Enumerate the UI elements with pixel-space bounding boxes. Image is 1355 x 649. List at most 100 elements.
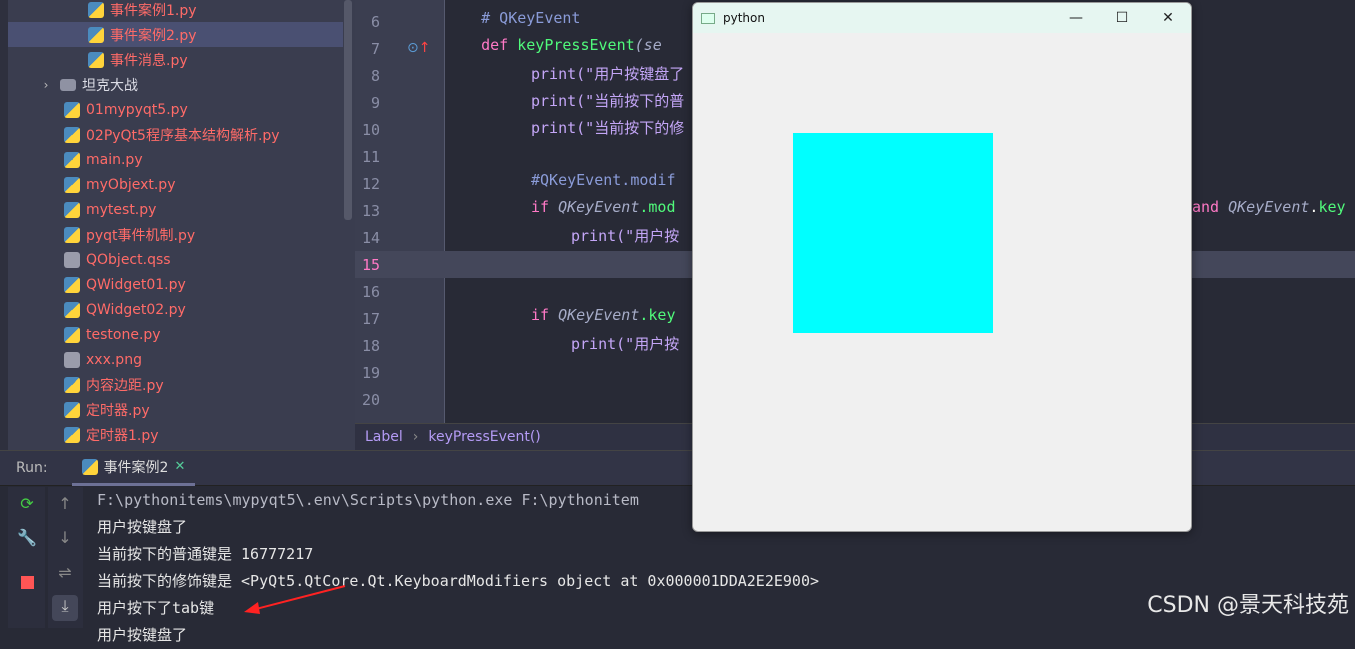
- line-number: 16: [361, 283, 380, 301]
- scroll-to-end-icon[interactable]: ⤓: [52, 595, 78, 621]
- tree-item[interactable]: 事件案例1.py: [8, 0, 343, 22]
- python-file-icon: [64, 401, 80, 418]
- tree-item[interactable]: › 坦克大战: [8, 72, 343, 97]
- tree-item-label: QWidget01.py: [86, 276, 186, 293]
- tree-scrollbar[interactable]: [344, 0, 352, 220]
- code-text: print("用户按键盘了: [531, 65, 685, 83]
- close-button[interactable]: ✕: [1145, 3, 1191, 33]
- kw: if: [531, 306, 559, 324]
- tree-item[interactable]: QWidget01.py: [8, 272, 343, 297]
- tree-item[interactable]: main.py: [8, 147, 343, 172]
- tree-item-label: QWidget02.py: [86, 301, 186, 318]
- tree-item[interactable]: 内容边距.py: [8, 372, 343, 397]
- line-number: 18: [361, 337, 380, 355]
- chevron-right-icon[interactable]: ›: [38, 78, 54, 92]
- code-text: QKeyEvent: [558, 306, 640, 324]
- python-file-icon: [64, 376, 80, 393]
- breadcrumb-class[interactable]: Label: [365, 429, 403, 445]
- tree-item-label: main.py: [86, 151, 143, 168]
- folder-icon: [60, 78, 76, 91]
- fn-name: keyPressEvent: [517, 36, 635, 54]
- console-line: 当前按下的修饰键是 <PyQt5.QtCore.Qt.KeyboardModif…: [97, 572, 820, 590]
- tree-item-label: testone.py: [86, 326, 161, 343]
- window-titlebar[interactable]: python — ☐ ✕: [693, 3, 1191, 33]
- tree-item[interactable]: QObject.qss: [8, 247, 343, 272]
- python-file-icon: [64, 426, 80, 443]
- tree-item[interactable]: 定时器.py: [8, 397, 343, 422]
- python-file-icon: [64, 276, 80, 293]
- python-file-icon: [88, 26, 104, 43]
- tree-item[interactable]: pyqt事件机制.py: [8, 222, 343, 247]
- wrench-icon[interactable]: 🔧: [16, 527, 38, 549]
- tree-item[interactable]: 01mypyqt5.py: [8, 97, 343, 122]
- maximize-button[interactable]: ☐: [1099, 3, 1145, 33]
- kw: if: [531, 198, 559, 216]
- line-number: 17: [361, 310, 380, 328]
- python-file-icon: [64, 201, 80, 218]
- stop-icon[interactable]: [20, 576, 34, 589]
- console-line: F:\pythonitems\mypyqt5\.env\Scripts\pyth…: [97, 491, 639, 509]
- line-number: 13: [361, 202, 380, 220]
- line-number: 9: [370, 94, 380, 112]
- code-text: print("当前按下的修: [531, 119, 685, 137]
- python-file-icon: [64, 101, 80, 118]
- code-comment: # QKeyEvent: [445, 9, 581, 27]
- run-label: Run:: [16, 460, 48, 476]
- tree-item-label: xxx.png: [86, 351, 142, 368]
- tree-item[interactable]: 事件案例2.py: [8, 22, 343, 47]
- run-tab[interactable]: 事件案例2 ✕: [71, 451, 196, 486]
- arrow-up-icon[interactable]: ↑: [54, 493, 76, 515]
- tree-item[interactable]: 定时器1.py: [8, 422, 343, 447]
- tree-item-label: 02PyQt5程序基本结构解析.py: [86, 127, 280, 144]
- tree-item-label: pyqt事件机制.py: [86, 227, 196, 244]
- line-number: 6: [370, 13, 380, 31]
- python-file-icon: [64, 301, 80, 318]
- console-line: 用户按下了tab键: [97, 599, 215, 617]
- arrow-down-icon[interactable]: ↓: [54, 527, 76, 549]
- close-icon[interactable]: ✕: [174, 459, 185, 474]
- code-text: key: [1318, 198, 1346, 216]
- line-number: 19: [361, 364, 380, 382]
- kw: def: [445, 36, 518, 54]
- soft-wrap-icon[interactable]: ⇌: [54, 562, 76, 584]
- watermark: CSDN @景天科技苑: [1147, 593, 1349, 618]
- file-icon: [64, 351, 80, 368]
- console-line: 用户按键盘了: [97, 518, 188, 536]
- rerun-icon[interactable]: ⟳: [16, 493, 38, 515]
- project-tree: 事件案例1.py 事件案例2.py 事件消息.py › 坦克大战 01mypyqt5.py…: [0, 0, 355, 450]
- python-window: python — ☐ ✕: [692, 2, 1192, 532]
- tree-item-label: 坦克大战: [82, 77, 138, 94]
- tree-item[interactable]: 事件消息.py: [8, 47, 343, 72]
- code-text: .mod: [639, 198, 676, 216]
- python-icon: [81, 458, 98, 475]
- breadcrumb-method[interactable]: keyPressEvent(): [428, 429, 540, 445]
- tree-item[interactable]: QWidget02.py: [8, 297, 343, 322]
- python-file-icon: [64, 151, 80, 168]
- code-comment: #QKeyEvent.modif: [531, 171, 676, 189]
- tree-item[interactable]: mytest.py: [8, 197, 343, 222]
- tree-item-label: myObjext.py: [86, 176, 176, 193]
- tree-item-label: 定时器1.py: [86, 427, 159, 444]
- minimize-button[interactable]: —: [1053, 3, 1099, 33]
- tree-item[interactable]: testone.py: [8, 322, 343, 347]
- line-number: 10: [361, 121, 380, 139]
- python-file-icon: [88, 1, 104, 18]
- tree-item[interactable]: myObjext.py: [8, 172, 343, 197]
- console-line: 当前按下的普通键是 16777217: [97, 545, 314, 563]
- line-number: 14: [361, 229, 380, 247]
- window-icon: [701, 12, 715, 24]
- tree-item-label: 内容边距.py: [86, 377, 164, 394]
- line-number: 8: [370, 67, 380, 85]
- python-file-icon: [64, 226, 80, 243]
- tree-item-label: 01mypyqt5.py: [86, 101, 188, 118]
- tree-item[interactable]: 02PyQt5程序基本结构解析.py: [8, 122, 343, 147]
- tree-item[interactable]: xxx.png: [8, 347, 343, 372]
- kw: and: [1192, 198, 1229, 216]
- tree-item-label: mytest.py: [86, 201, 157, 218]
- line-number: 15: [361, 256, 380, 274]
- console-line: 用户按键盘了: [97, 626, 188, 644]
- code-line-13-tail: and QKeyEvent.key: [1192, 198, 1355, 225]
- override-icon[interactable]: ⊙↑: [407, 40, 430, 56]
- tree-item-label: 事件案例1.py: [110, 2, 197, 19]
- python-file-icon: [64, 326, 80, 343]
